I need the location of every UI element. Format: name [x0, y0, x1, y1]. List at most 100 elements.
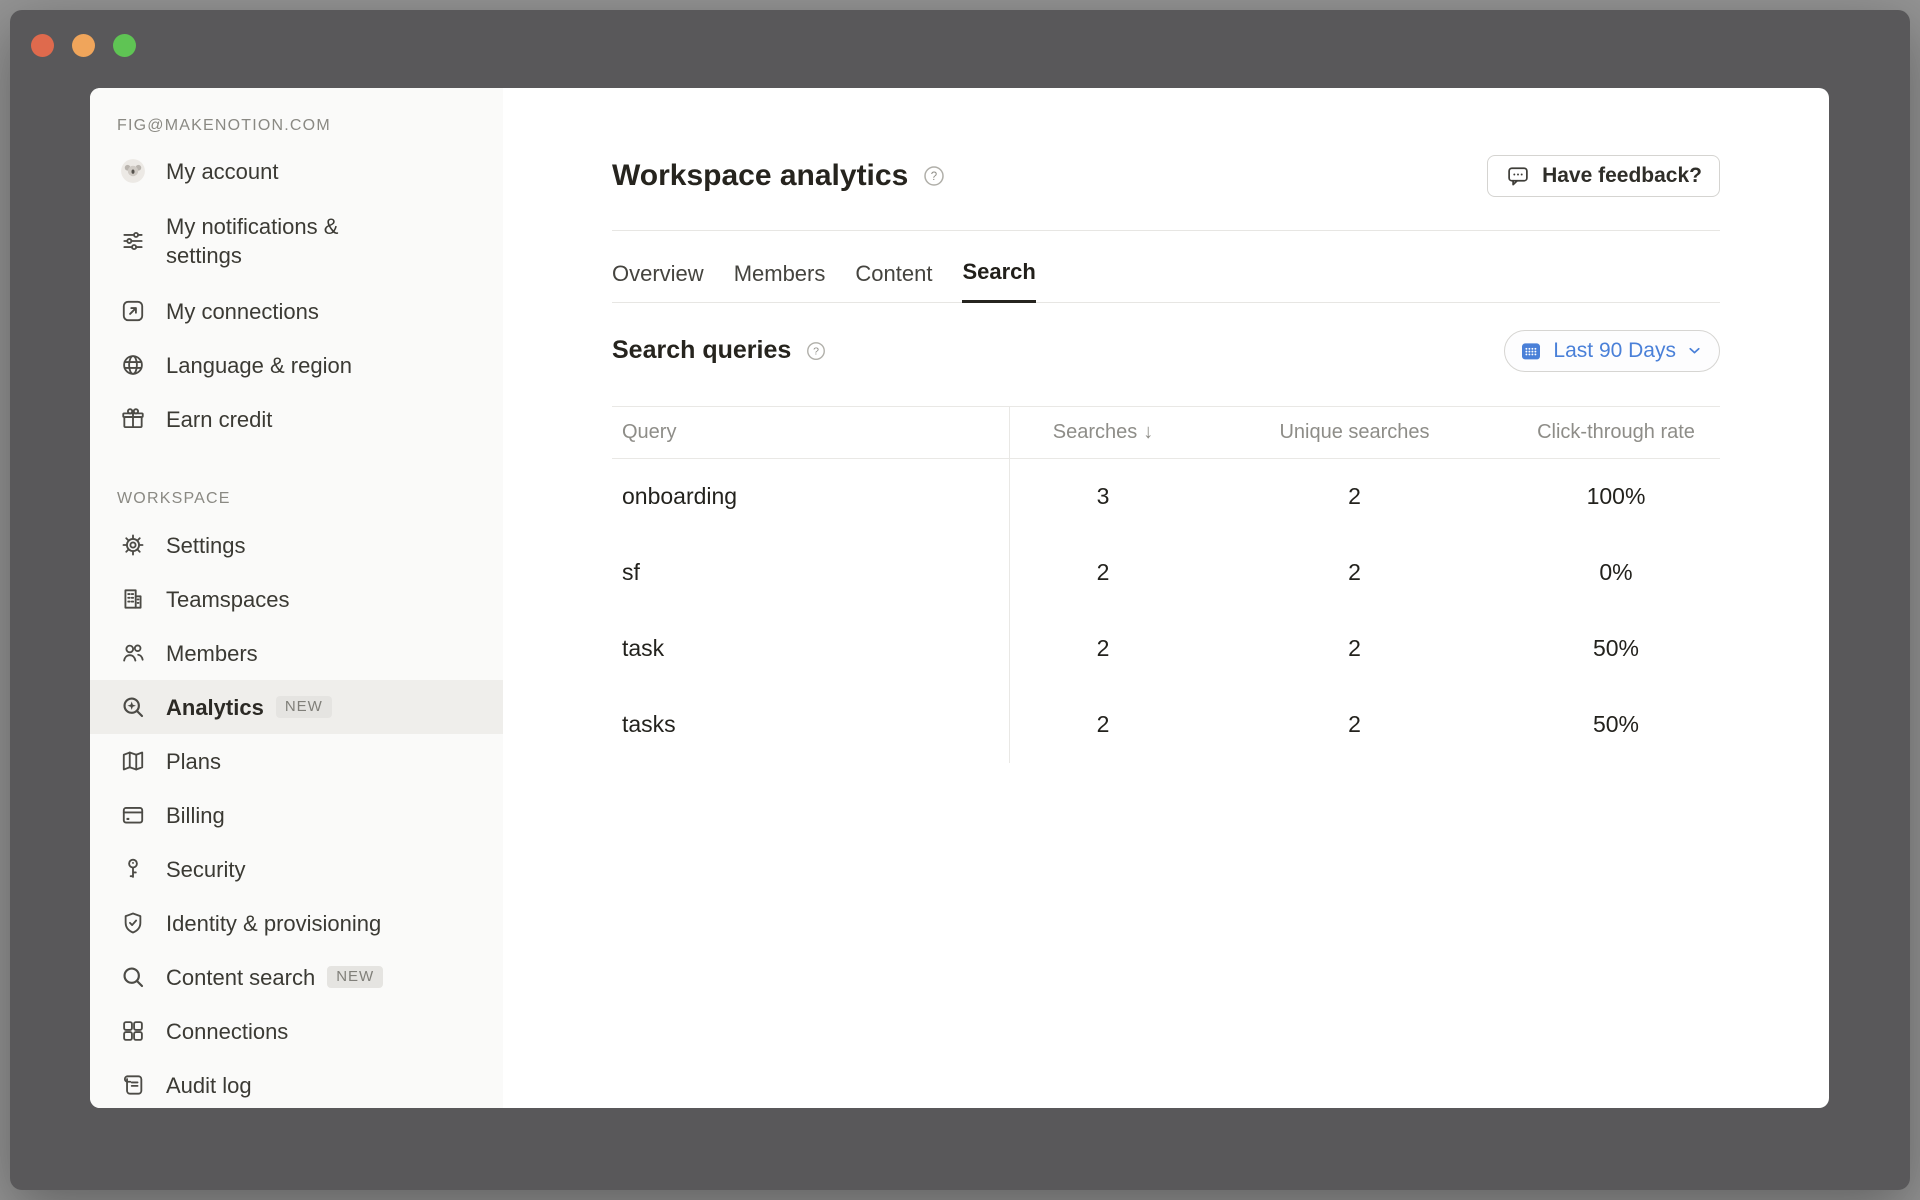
sidebar-item-label: Settings — [166, 531, 246, 560]
unique-cell: 2 — [1197, 559, 1512, 586]
column-header-searches[interactable]: Searches↓ — [1009, 421, 1197, 444]
account-email: FIG@MAKENOTION.COM — [117, 116, 503, 136]
section-help-icon[interactable]: ? — [805, 340, 827, 362]
query-cell: task — [612, 635, 1009, 662]
sidebar-item-notifications-settings[interactable]: My notifications & settings — [90, 198, 503, 284]
feedback-label: Have feedback? — [1542, 164, 1702, 188]
sidebar-item-label: Teamspaces — [166, 585, 290, 614]
date-range-label: Last 90 Days — [1553, 339, 1676, 363]
globe-icon — [120, 352, 146, 378]
sidebar-item-label: Connections — [166, 1017, 288, 1046]
app-window: FIG@MAKENOTION.COM My account — [10, 10, 1910, 1190]
gear-icon — [120, 532, 146, 558]
sidebar-item-label: My account — [166, 157, 279, 186]
account-nav: My account My notifications & settings — [90, 144, 503, 446]
workspace-section-header: WORKSPACE — [117, 486, 503, 512]
sidebar-item-analytics[interactable]: Analytics NEW — [90, 680, 503, 734]
ctr-cell: 0% — [1512, 559, 1720, 586]
svg-text:?: ? — [931, 171, 937, 183]
calendar-icon — [1519, 339, 1543, 363]
magnifier-icon — [120, 964, 146, 990]
table-row: task 2 2 50% — [612, 611, 1720, 687]
table-row: sf 2 2 0% — [612, 535, 1720, 611]
sidebar-item-connections[interactable]: Connections — [90, 1004, 503, 1058]
people-icon — [120, 640, 146, 666]
unique-cell: 2 — [1197, 635, 1512, 662]
settings-sidebar: FIG@MAKENOTION.COM My account — [90, 88, 503, 1108]
sidebar-item-label: My notifications & settings — [166, 212, 396, 270]
sidebar-item-earn-credit[interactable]: Earn credit — [90, 392, 503, 446]
unique-cell: 2 — [1197, 711, 1512, 738]
settings-dialog: FIG@MAKENOTION.COM My account — [90, 88, 1829, 1108]
column-header-ctr[interactable]: Click-through rate — [1512, 421, 1720, 444]
ctr-cell: 50% — [1512, 635, 1720, 662]
query-cell: tasks — [612, 711, 1009, 738]
sidebar-item-plans[interactable]: Plans — [90, 734, 503, 788]
minimize-button[interactable] — [72, 34, 95, 57]
sidebar-item-label: Earn credit — [166, 405, 272, 434]
section-title: Search queries — [612, 336, 791, 365]
sidebar-item-label: My connections — [166, 297, 319, 326]
analytics-main: Workspace analytics ? — [503, 88, 1829, 1108]
tab-members[interactable]: Members — [734, 261, 826, 302]
sidebar-item-my-connections[interactable]: My connections — [90, 284, 503, 338]
scroll-icon — [120, 1072, 146, 1098]
new-badge: NEW — [327, 966, 383, 988]
searches-cell: 2 — [1009, 559, 1197, 586]
sidebar-item-label: Content search — [166, 963, 315, 992]
query-cell: onboarding — [612, 483, 1009, 510]
page-title: Workspace analytics — [612, 159, 908, 193]
sidebar-item-my-account[interactable]: My account — [90, 144, 503, 198]
key-icon — [120, 856, 146, 882]
window-controls — [31, 34, 136, 57]
date-range-filter[interactable]: Last 90 Days — [1504, 330, 1720, 372]
credit-card-icon — [120, 802, 146, 828]
sliders-icon — [120, 228, 146, 254]
sidebar-item-security[interactable]: Security — [90, 842, 503, 896]
close-button[interactable] — [31, 34, 54, 57]
avatar-icon — [120, 158, 146, 184]
ctr-cell: 50% — [1512, 711, 1720, 738]
searches-cell: 3 — [1009, 483, 1197, 510]
analytics-tabs: Overview Members Content Search — [612, 259, 1720, 303]
sidebar-item-settings[interactable]: Settings — [90, 518, 503, 572]
help-icon[interactable]: ? — [922, 164, 946, 188]
tab-content[interactable]: Content — [855, 261, 932, 302]
table-row: onboarding 3 2 100% — [612, 459, 1720, 535]
column-header-unique-searches[interactable]: Unique searches — [1197, 421, 1512, 444]
sidebar-item-language-region[interactable]: Language & region — [90, 338, 503, 392]
ctr-cell: 100% — [1512, 483, 1720, 510]
speech-bubble-icon — [1505, 163, 1531, 189]
chevron-down-icon — [1686, 342, 1703, 359]
sidebar-item-audit-log[interactable]: Audit log — [90, 1058, 503, 1108]
searches-cell: 2 — [1009, 711, 1197, 738]
zoom-button[interactable] — [113, 34, 136, 57]
sidebar-item-label: Analytics — [166, 693, 264, 722]
sidebar-item-billing[interactable]: Billing — [90, 788, 503, 842]
query-cell: sf — [612, 559, 1009, 586]
searches-cell: 2 — [1009, 635, 1197, 662]
have-feedback-button[interactable]: Have feedback? — [1487, 155, 1720, 197]
tab-overview[interactable]: Overview — [612, 261, 704, 302]
sidebar-item-content-search[interactable]: Content search NEW — [90, 950, 503, 1004]
magnifier-sparkle-icon — [120, 694, 146, 720]
svg-text:?: ? — [813, 345, 819, 357]
gift-icon — [120, 406, 146, 432]
sidebar-item-label: Security — [166, 855, 245, 884]
shield-check-icon — [120, 910, 146, 936]
sidebar-item-label: Identity & provisioning — [166, 909, 381, 938]
sidebar-item-members[interactable]: Members — [90, 626, 503, 680]
sidebar-item-identity-provisioning[interactable]: Identity & provisioning — [90, 896, 503, 950]
tab-search[interactable]: Search — [962, 259, 1035, 303]
new-badge: NEW — [276, 696, 332, 718]
sidebar-item-teamspaces[interactable]: Teamspaces — [90, 572, 503, 626]
search-queries-table: Query Searches↓ Unique searches Click-th… — [612, 406, 1720, 763]
title-row: Workspace analytics ? — [612, 154, 1720, 198]
sidebar-item-label: Language & region — [166, 351, 352, 380]
arrow-up-right-icon — [120, 298, 146, 324]
sidebar-item-label: Billing — [166, 801, 225, 830]
grid-icon — [120, 1018, 146, 1044]
section-header-row: Search queries ? — [612, 329, 1720, 373]
building-icon — [120, 586, 146, 612]
workspace-nav: Settings Teamspaces — [90, 518, 503, 1108]
